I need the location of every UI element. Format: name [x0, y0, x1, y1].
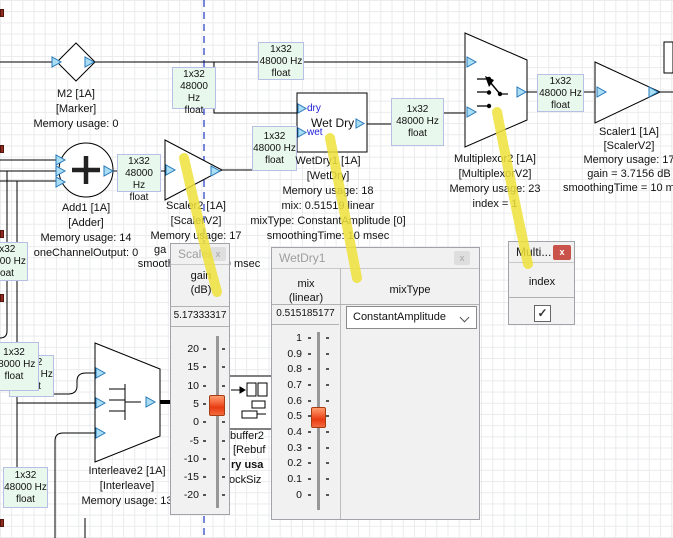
gain-param-label: gain [191, 270, 212, 283]
mixtype-selected-value: ConstantAmplitude [353, 311, 446, 323]
add1-onechannel: oneChannelOutput: 0 [34, 247, 139, 260]
rebuffer-name-fragment: buffer2 [230, 430, 264, 443]
edge-block-fragment [664, 42, 673, 73]
header-divider [509, 297, 574, 298]
edge-marker [0, 9, 4, 17]
scaler1-type: [ScalerV2] [604, 140, 655, 153]
index-checkbox[interactable]: ✓ [534, 305, 551, 322]
interleave2-type: [Interleave] [100, 480, 154, 493]
signal-format-label: 1x3248000 Hzfloat [258, 42, 304, 80]
scaler2-gain-fragment: ga [154, 244, 166, 257]
scaler2-memory: Memory usage: 17 [150, 230, 241, 243]
scaler2-panel[interactable]: Scaler2 x gain (dB) 5.17333317 20 15 10 … [170, 243, 230, 515]
edge-marker [0, 519, 4, 527]
scaler1-smoothing: smoothingTime = 10 m [563, 182, 673, 195]
rebuffer-blocksize-fragment: ockSiz [229, 474, 261, 487]
m2-type: [Marker] [56, 103, 96, 116]
tick-label: 0 [272, 489, 302, 501]
rebuffer-type-fragment: [Rebuf [233, 444, 265, 457]
tick-label: -15 [171, 471, 199, 483]
signal-format-label: 1x3248000 Hzfloat [537, 74, 584, 112]
wetdry1-type: [WetDry] [307, 170, 350, 183]
edge-marker [0, 145, 4, 153]
rebuffer-memory-fragment: ry usa [231, 459, 263, 472]
tick-label: 0.5 [272, 410, 302, 422]
edge-marker [0, 230, 4, 238]
multiplexor2-panel-titlebar[interactable]: Multi... x [509, 242, 574, 263]
tick-label: 0.3 [272, 442, 302, 454]
tick-label: 0.2 [272, 457, 302, 469]
tick-label: -5 [171, 435, 199, 447]
scaler1-memory: Memory usage: 17 [583, 154, 673, 167]
mixtype-dropdown[interactable]: ConstantAmplitude [346, 306, 477, 329]
signal-format-label: 1x3248000 Hzfloat [0, 242, 28, 281]
wetdry1-name: WetDry1 [1A] [295, 155, 360, 168]
gain-value-field[interactable]: 5.17333317 [171, 306, 229, 327]
wetdry1-panel-titlebar[interactable]: WetDry1 x [272, 248, 479, 269]
scaler2-type: [ScalerV2] [171, 215, 222, 228]
close-icon[interactable]: x [553, 245, 571, 260]
interleave2-memory: Memory usage: 13 [81, 495, 172, 508]
mix-value-field[interactable]: 0.515185177 [272, 305, 339, 325]
tick-label: 10 [171, 380, 199, 392]
tick-label: 0.7 [272, 379, 302, 391]
signal-format-label: 1x3248000 Hzfloat [117, 154, 161, 192]
add1-name: Add1 [1A] [62, 202, 110, 215]
m2-name: M2 [1A] [57, 88, 95, 101]
tick-label: 15 [171, 361, 199, 373]
multiplexor2-panel-title: Multi... [516, 245, 551, 259]
scaler1-gain: gain = 3.7156 dB [587, 168, 671, 181]
wetdry1-panel-title: WetDry1 [279, 251, 325, 265]
multiplexor2-memory: Memory usage: 23 [449, 183, 540, 196]
scaler2-name: Scaler2 [1A] [166, 200, 226, 213]
tick-label: 1 [272, 332, 302, 344]
wetdry1-mixtype: mixType: ConstantAmplitude [0] [250, 215, 405, 228]
signal-format-label: 1x3248000 Hzfloat [172, 67, 216, 109]
close-icon[interactable]: x [210, 247, 226, 261]
mix-param-label: mix [297, 278, 314, 291]
mix-slider-handle[interactable] [311, 407, 326, 428]
add1-type: [Adder] [68, 217, 103, 230]
wetdry1-mix: mix: 0.51519 linear [282, 200, 375, 213]
tick-label: 0.4 [272, 426, 302, 438]
multiplexor2-index: index = 1 [473, 198, 518, 211]
schematic-canvas[interactable]: 1x3248000 Hzfloat 1x3248000 Hzfloat 1x32… [0, 0, 673, 538]
signal-format-label: 1x3248000 Hzfloat [0, 342, 39, 391]
tick-label: 20 [171, 343, 199, 355]
close-icon[interactable]: x [454, 251, 470, 265]
multiplexor2-panel[interactable]: Multi... x index ✓ [508, 241, 575, 325]
edge-marker [0, 294, 4, 302]
chevron-down-icon [460, 313, 470, 323]
tick-label: -20 [171, 489, 199, 501]
wetdry1-smoothing: smoothingTime: 10 msec [267, 230, 389, 243]
interleave2-name: Interleave2 [1A] [88, 465, 165, 478]
signal-format-label: 1x3248000 Hzfloat [252, 126, 297, 171]
wetdry-wet-port-label: wet [307, 127, 323, 138]
signal-format-label: 1x3248000 Hzfloat [3, 467, 48, 508]
wetdry1-memory: Memory usage: 18 [282, 185, 373, 198]
gain-unit-label: (dB) [191, 284, 212, 297]
tick-label: 0.1 [272, 473, 302, 485]
tick-label: 5 [171, 398, 199, 410]
tick-label: 0.6 [272, 395, 302, 407]
gain-slider-handle[interactable] [209, 395, 225, 416]
multiplexor2-name: Multiplexor2 [1A] [454, 153, 536, 166]
wetdry1-panel[interactable]: WetDry1 x mix (linear) mixType 0.5151851… [271, 247, 480, 520]
tick-label: 0 [171, 416, 199, 428]
tick-label: 0.8 [272, 363, 302, 375]
add1-memory: Memory usage: 14 [40, 232, 131, 245]
signal-format-label: 1x3248000 Hzfloat [391, 98, 444, 146]
multiplexor2-type: [MultiplexorV2] [459, 168, 532, 181]
mixtype-param-label: mixType [390, 284, 431, 297]
tick-label: 0.9 [272, 348, 302, 360]
tick-label: -10 [171, 453, 199, 465]
wetdry-dry-port-label: dry [307, 103, 321, 114]
m2-memory: Memory usage: 0 [34, 118, 119, 131]
index-param-label: index [529, 276, 555, 289]
scaler1-name: Scaler1 [1A] [599, 126, 659, 139]
scaler2-panel-titlebar[interactable]: Scaler2 x [171, 244, 229, 265]
